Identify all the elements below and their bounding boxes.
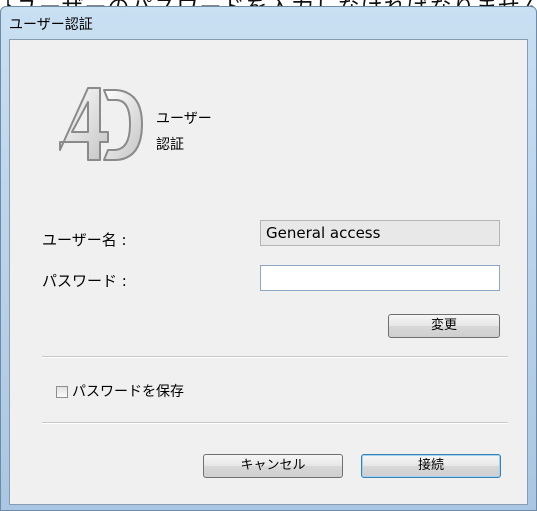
password-label: パスワード : bbox=[42, 272, 127, 290]
change-button[interactable]: 変更 bbox=[388, 314, 500, 338]
logo-caption: ユーザー 認証 bbox=[156, 111, 212, 153]
password-input[interactable] bbox=[260, 265, 500, 291]
connect-button[interactable]: 接続 bbox=[361, 454, 501, 478]
username-field: General access bbox=[260, 220, 500, 246]
auth-dialog: ユーザー認証 ユーザー 認証 ユーザー名 : General access パス… bbox=[0, 6, 537, 511]
username-label: ユーザー名 : bbox=[42, 231, 127, 249]
title-bar[interactable]: ユーザー認証 bbox=[1, 7, 536, 39]
save-password-label[interactable]: パスワードを保存 bbox=[72, 381, 184, 401]
divider-bottom bbox=[42, 422, 508, 424]
save-password-checkbox[interactable] bbox=[56, 386, 68, 398]
window-title: ユーザー認証 bbox=[9, 17, 93, 33]
cancel-button[interactable]: キャンセル bbox=[203, 454, 343, 478]
4d-logo bbox=[59, 87, 143, 161]
divider-top bbox=[42, 356, 508, 358]
dialog-body: ユーザー 認証 ユーザー名 : General access パスワード : 変… bbox=[9, 39, 528, 505]
